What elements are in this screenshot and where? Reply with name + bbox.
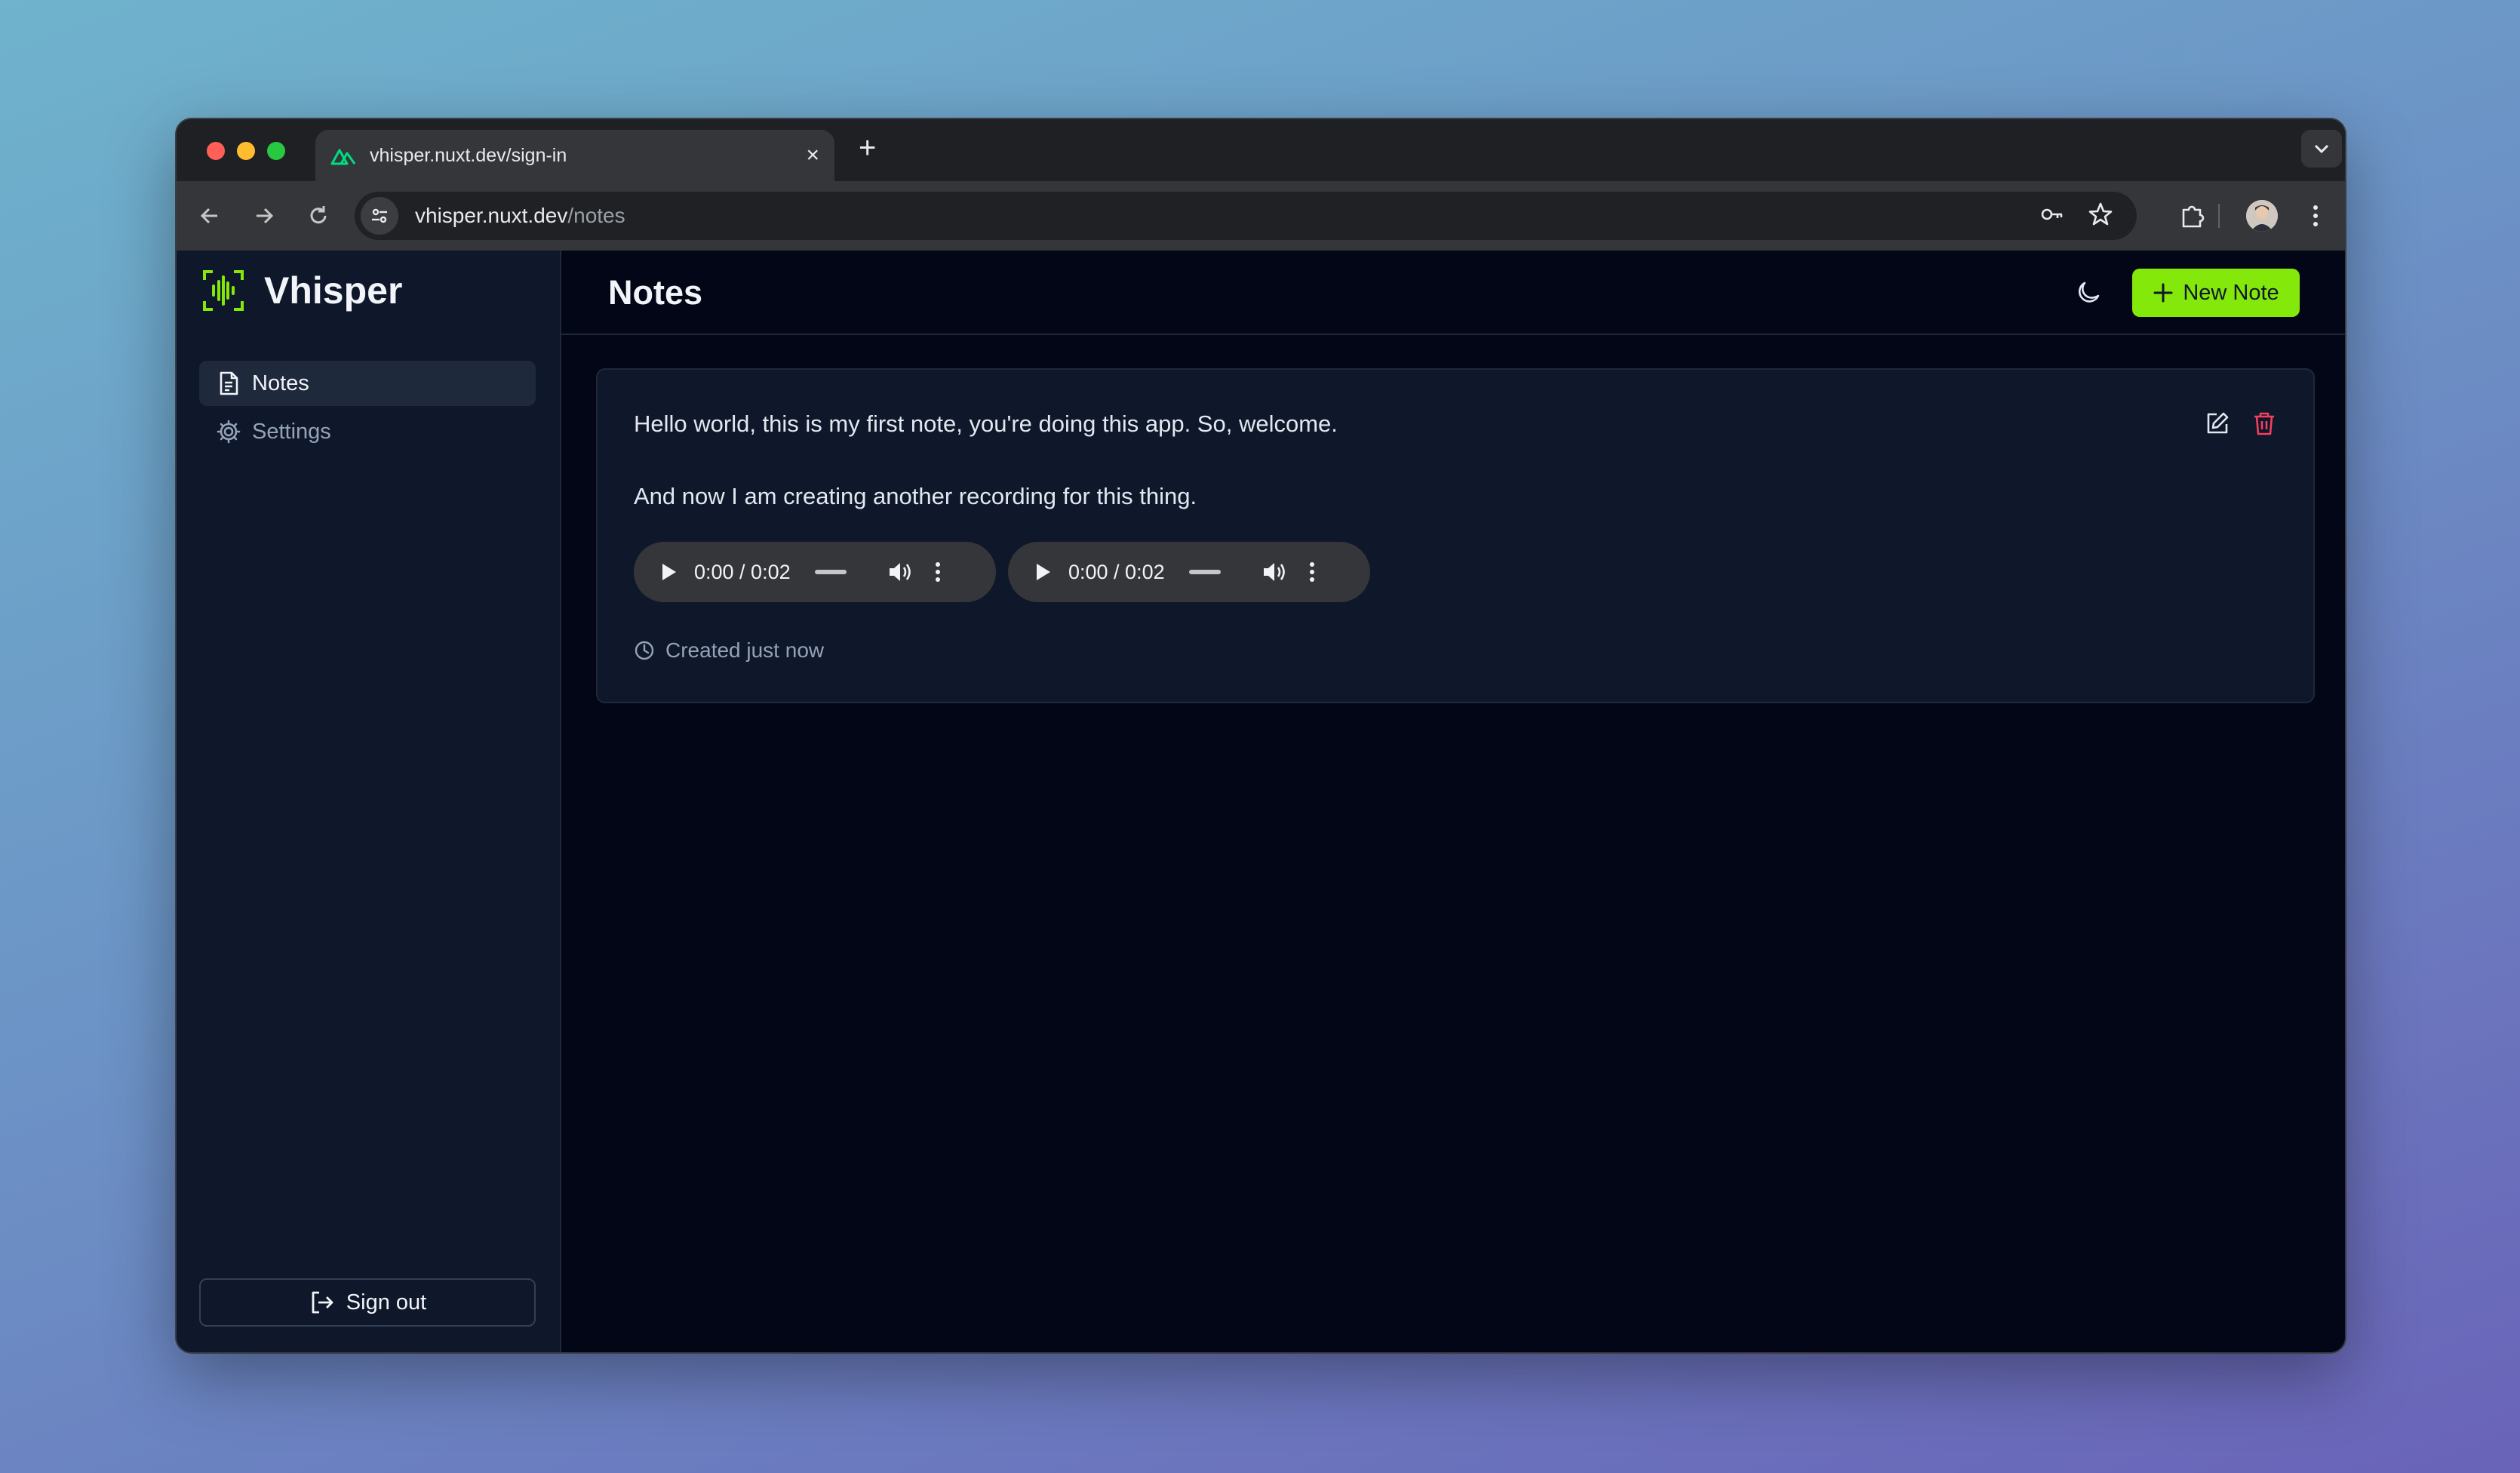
audio-options-button[interactable] bbox=[934, 561, 942, 583]
url-host: vhisper.nuxt.dev bbox=[415, 204, 568, 227]
forward-button[interactable] bbox=[249, 201, 279, 231]
note-actions bbox=[2205, 411, 2277, 436]
new-note-label: New Note bbox=[2183, 280, 2279, 305]
browser-toolbar: vhisper.nuxt.dev/notes bbox=[177, 181, 2345, 251]
audio-time: 0:00 / 0:02 bbox=[1068, 560, 1165, 583]
play-icon[interactable] bbox=[659, 562, 678, 582]
note-text: Hello world, this is my first note, you'… bbox=[634, 411, 1338, 437]
created-timestamp: Created just now bbox=[665, 638, 825, 662]
back-button[interactable] bbox=[195, 201, 225, 231]
sign-out-label: Sign out bbox=[346, 1290, 427, 1315]
note-card: Hello world, this is my first note, you'… bbox=[596, 368, 2315, 703]
toolbar-divider bbox=[2218, 204, 2220, 228]
sidebar-nav: Notes Settings bbox=[199, 361, 536, 457]
trash-icon[interactable] bbox=[2251, 411, 2277, 436]
star-icon[interactable] bbox=[2087, 201, 2114, 228]
tab-search-button[interactable] bbox=[2301, 130, 2342, 168]
url-path: /notes bbox=[567, 204, 625, 227]
edit-icon[interactable] bbox=[2205, 411, 2230, 436]
address-bar[interactable]: vhisper.nuxt.dev/notes bbox=[355, 192, 2137, 240]
puzzle-icon bbox=[2182, 205, 2205, 228]
volume-button[interactable] bbox=[887, 561, 913, 583]
site-info-button[interactable] bbox=[361, 197, 398, 235]
volume-icon bbox=[1263, 563, 1285, 581]
chevron-down-icon bbox=[2314, 144, 2329, 154]
browser-tab[interactable]: vhisper.nuxt.dev/sign-in × bbox=[315, 130, 834, 181]
sidebar: Vhisper Notes Settings Sign out bbox=[177, 251, 561, 1352]
gear-icon bbox=[217, 420, 241, 444]
waveform-logo-icon bbox=[203, 270, 244, 311]
tab-strip: vhisper.nuxt.dev/sign-in × + bbox=[177, 119, 2345, 181]
clock-icon bbox=[635, 641, 654, 660]
extensions-button[interactable] bbox=[2176, 199, 2209, 232]
browser-menu-button[interactable] bbox=[2304, 199, 2327, 232]
sidebar-item-label: Notes bbox=[252, 371, 309, 395]
zoom-window-button[interactable] bbox=[267, 142, 285, 160]
reload-icon bbox=[310, 206, 327, 224]
audio-progress-bar[interactable] bbox=[1188, 570, 1221, 574]
tab-close-icon[interactable]: × bbox=[806, 144, 819, 167]
theme-toggle-button[interactable] bbox=[2072, 276, 2105, 309]
volume-icon bbox=[889, 563, 911, 581]
more-vertical-icon bbox=[935, 562, 940, 582]
brand[interactable]: Vhisper bbox=[202, 269, 402, 312]
url-text: vhisper.nuxt.dev/notes bbox=[415, 204, 625, 228]
audio-options-button[interactable] bbox=[1308, 561, 1316, 583]
brand-name: Vhisper bbox=[264, 269, 403, 312]
audio-player[interactable]: 0:00 / 0:02 bbox=[634, 542, 996, 602]
play-icon[interactable] bbox=[1034, 562, 1052, 582]
audio-progress-bar[interactable] bbox=[814, 570, 847, 574]
audio-time: 0:00 / 0:02 bbox=[694, 560, 791, 583]
new-note-button[interactable]: New Note bbox=[2132, 269, 2300, 317]
sign-out-button[interactable]: Sign out bbox=[199, 1278, 536, 1327]
recordings-list: 0:00 / 0:02 0:00 / 0:02 bbox=[634, 542, 1370, 602]
more-vertical-icon bbox=[2313, 205, 2318, 226]
volume-button[interactable] bbox=[1262, 561, 1287, 583]
note-created-meta: Created just now bbox=[634, 638, 824, 663]
tab-title: vhisper.nuxt.dev/sign-in bbox=[370, 144, 567, 166]
sidebar-item-notes[interactable]: Notes bbox=[199, 361, 536, 406]
tune-icon bbox=[372, 208, 387, 223]
app: Vhisper Notes Settings Sign out Notes Ne… bbox=[177, 251, 2345, 1352]
nuxt-favicon-icon bbox=[330, 149, 356, 165]
profile-button[interactable] bbox=[2245, 199, 2279, 232]
arrow-right-icon bbox=[257, 208, 274, 224]
browser-window: vhisper.nuxt.dev/sign-in × + vhisper.nux… bbox=[175, 118, 2346, 1354]
page-title: Notes bbox=[608, 273, 703, 312]
sidebar-item-label: Settings bbox=[252, 419, 331, 444]
arrow-left-icon bbox=[200, 208, 217, 224]
page-header: Notes New Note bbox=[561, 251, 2345, 335]
close-window-button[interactable] bbox=[207, 142, 225, 160]
sign-out-icon bbox=[312, 1291, 333, 1314]
moon-icon bbox=[2078, 281, 2100, 303]
sidebar-item-settings[interactable]: Settings bbox=[199, 409, 536, 454]
note-text: And now I am creating another recording … bbox=[634, 483, 1197, 509]
avatar bbox=[2246, 200, 2278, 232]
main-content: Notes New Note Hello world, this is my f… bbox=[561, 251, 2345, 1352]
more-vertical-icon bbox=[1309, 562, 1314, 582]
key-icon[interactable] bbox=[2039, 201, 2066, 228]
new-tab-button[interactable]: + bbox=[859, 133, 876, 163]
reload-button[interactable] bbox=[303, 201, 333, 231]
audio-player[interactable]: 0:00 / 0:02 bbox=[1008, 542, 1370, 602]
minimize-window-button[interactable] bbox=[237, 142, 255, 160]
document-icon bbox=[220, 371, 238, 395]
plus-icon bbox=[2153, 283, 2173, 303]
